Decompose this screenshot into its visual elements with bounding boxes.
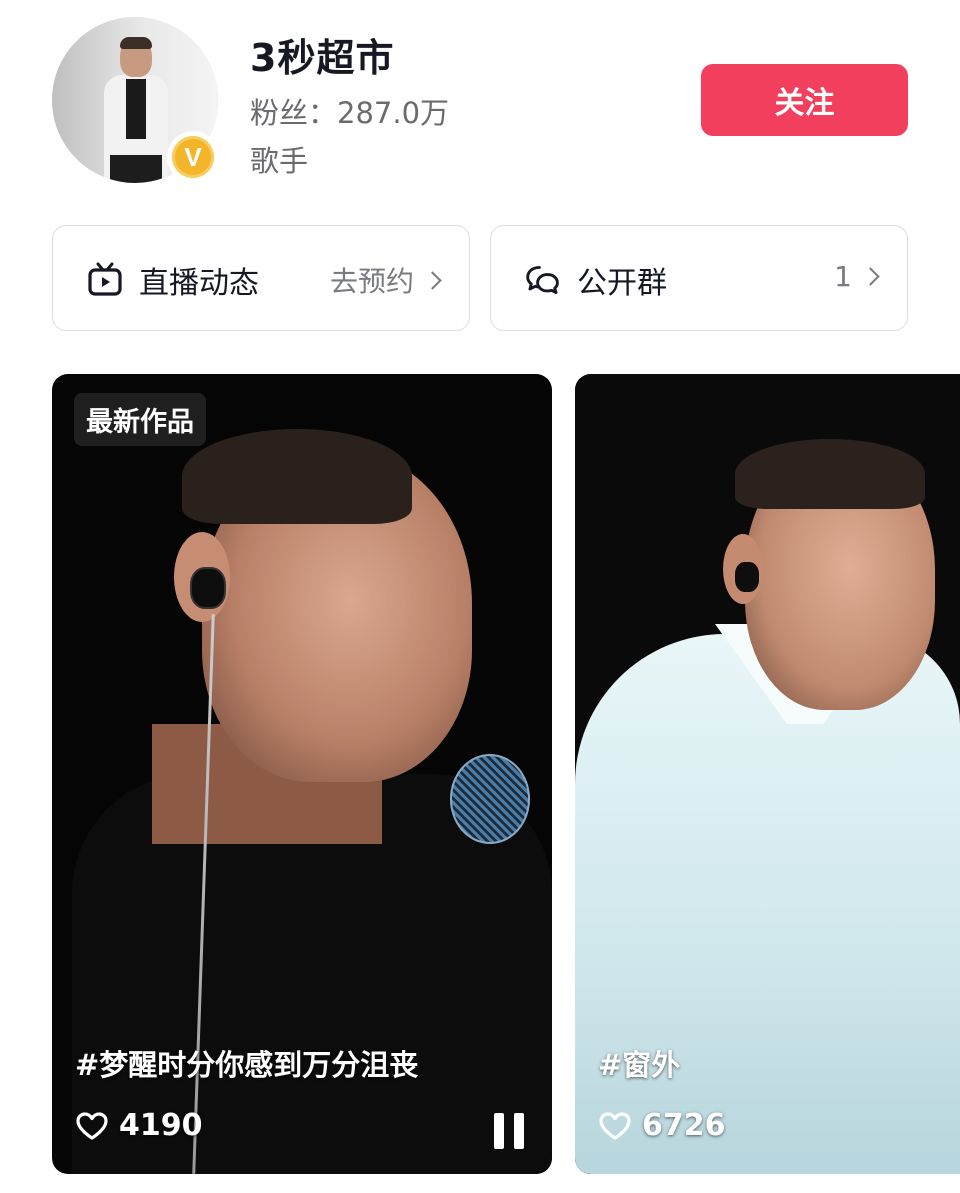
video-1-likes: 4190 xyxy=(75,1108,203,1143)
tv-icon xyxy=(88,262,122,296)
live-activity-card[interactable]: 直播动态 去预约 xyxy=(52,225,470,331)
live-reserve-link[interactable]: 去预约 xyxy=(329,260,442,300)
verified-badge-icon: V xyxy=(167,131,219,183)
profile-name: 3秒超市 xyxy=(250,36,395,80)
public-group-count-link[interactable]: 1 xyxy=(834,260,880,293)
heart-icon xyxy=(76,1111,108,1140)
heart-icon xyxy=(599,1111,631,1140)
avatar-legs xyxy=(110,155,162,183)
latest-works-badge: 最新作品 xyxy=(74,393,206,446)
pause-bar-left xyxy=(494,1113,504,1149)
avatar-hair xyxy=(120,37,152,49)
follow-button[interactable]: 关注 xyxy=(701,64,908,136)
earphone-icon xyxy=(735,562,759,592)
live-reserve-label: 去预约 xyxy=(329,265,414,298)
public-group-title: 公开群 xyxy=(577,266,667,301)
verified-badge-letter: V xyxy=(172,136,214,178)
profile-page: V 3秒超市 粉丝：287.0万 歌手 关注 直播动态 去预约 公开群 1 最新… xyxy=(0,0,960,1193)
public-group-count: 1 xyxy=(834,260,852,293)
public-group-card[interactable]: 公开群 1 xyxy=(490,225,908,331)
video-1-caption[interactable]: #梦醒时分你感到万分沮丧 xyxy=(75,1042,418,1084)
chevron-right-icon xyxy=(423,270,442,290)
profile-role: 歌手 xyxy=(250,144,309,178)
chat-bubbles-icon xyxy=(526,265,559,295)
video-1-like-count: 4190 xyxy=(119,1108,203,1143)
avatar-shirt xyxy=(126,79,146,139)
video-2-caption[interactable]: #窗外 xyxy=(598,1042,680,1084)
microphone-icon xyxy=(450,754,530,844)
chevron-right-icon xyxy=(861,267,880,286)
video-2-shirt xyxy=(575,634,960,1174)
pause-icon[interactable] xyxy=(494,1113,526,1149)
pause-bar-right xyxy=(514,1113,524,1149)
earphone-icon xyxy=(192,569,224,607)
video-2-hair xyxy=(735,439,925,509)
live-activity-title: 直播动态 xyxy=(139,266,259,301)
video-2-like-count: 6726 xyxy=(642,1108,726,1143)
fans-count: 粉丝：287.0万 xyxy=(250,96,450,130)
video-1-hair xyxy=(182,429,412,524)
video-2-likes: 6726 xyxy=(598,1108,726,1143)
